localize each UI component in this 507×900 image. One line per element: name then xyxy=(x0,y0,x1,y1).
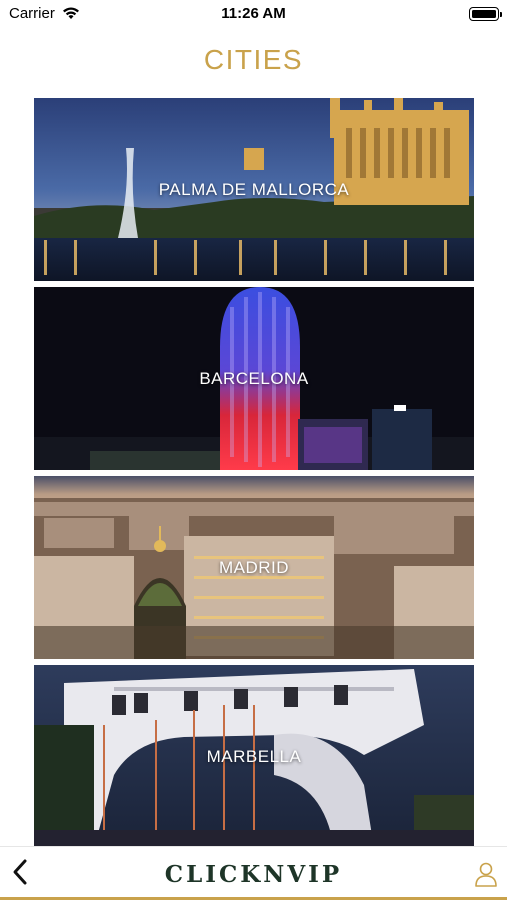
battery-icon xyxy=(469,7,502,21)
profile-button[interactable] xyxy=(472,859,500,889)
city-name: MADRID xyxy=(218,557,290,577)
status-bar: Carrier 11:26 AM xyxy=(0,0,507,28)
city-card-barcelona[interactable]: BARCELONA xyxy=(34,287,474,470)
city-name: BARCELONA xyxy=(199,368,309,388)
city-card-marbella[interactable]: MARBELLA xyxy=(34,665,474,848)
bottom-bar: CLICKNVIP xyxy=(0,846,507,900)
city-list: PALMA DE MALLORCA BARCELONA MADRID MARBE… xyxy=(34,98,474,854)
status-time: 11:26 AM xyxy=(221,5,286,22)
city-name: MARBELLA xyxy=(206,746,302,766)
brand-logo: CLICKNVIP xyxy=(164,861,343,888)
city-name: PALMA DE MALLORCA xyxy=(158,179,350,199)
city-card-madrid[interactable]: MADRID xyxy=(34,476,474,659)
city-card-palma[interactable]: PALMA DE MALLORCA xyxy=(34,98,474,281)
page-title: CITIES xyxy=(203,44,304,75)
user-icon xyxy=(475,862,497,887)
